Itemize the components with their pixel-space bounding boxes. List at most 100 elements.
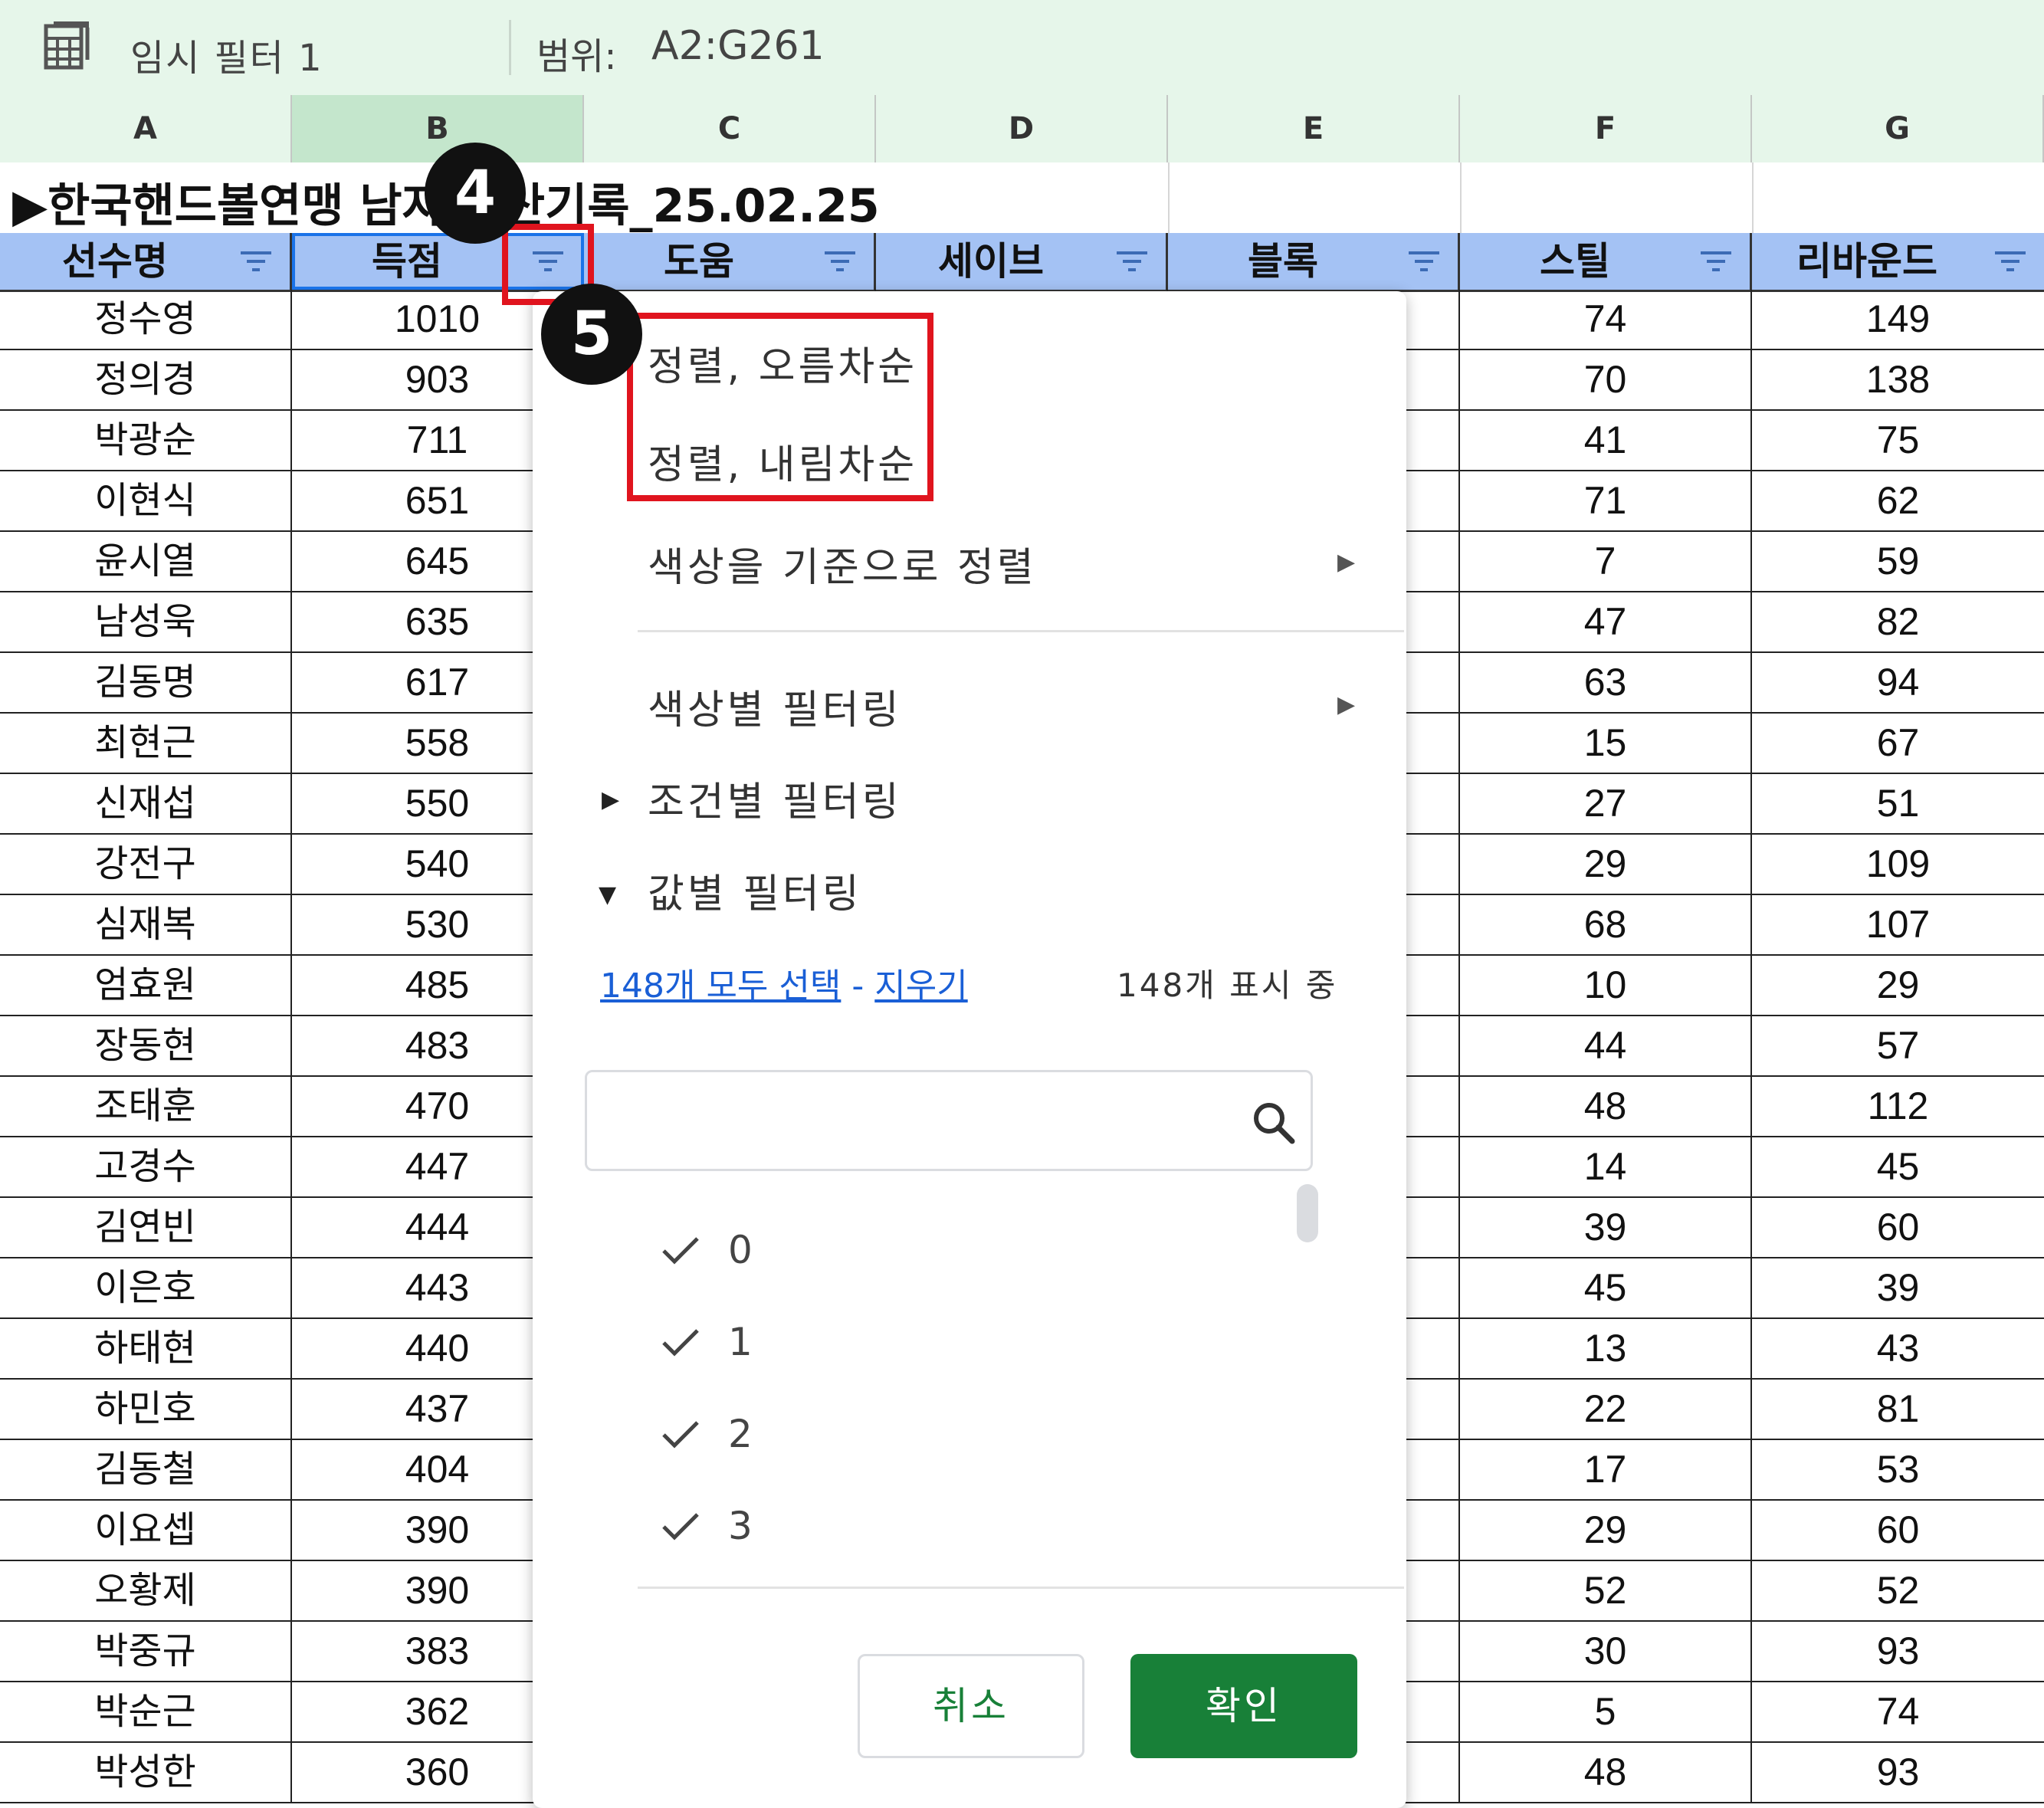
cell-player-name[interactable]: 엄효원 <box>0 956 292 1015</box>
filter-icon[interactable] <box>1698 247 1734 276</box>
header-cell-save[interactable]: 세이브 <box>876 233 1168 290</box>
cell-steal[interactable]: 47 <box>1460 592 1752 651</box>
cell-player-name[interactable]: 고경수 <box>0 1137 292 1196</box>
cell-steal[interactable]: 63 <box>1460 653 1752 712</box>
cell-steal[interactable]: 27 <box>1460 774 1752 833</box>
cell-player-name[interactable]: 김연빈 <box>0 1198 292 1257</box>
filter-icon[interactable] <box>822 247 858 276</box>
ok-button[interactable]: 확인 <box>1130 1654 1357 1758</box>
cell-player-name[interactable]: 최현근 <box>0 714 292 773</box>
cell-rebound[interactable]: 67 <box>1752 714 2044 773</box>
cell-steal[interactable]: 10 <box>1460 956 1752 1015</box>
cell-rebound[interactable]: 75 <box>1752 411 2044 470</box>
header-cell-rebound[interactable]: 리바운드 <box>1752 233 2044 290</box>
filter-icon[interactable] <box>1406 247 1442 276</box>
cell-player-name[interactable]: 박광순 <box>0 411 292 470</box>
filter-icon[interactable] <box>238 247 274 276</box>
header-cell-player[interactable]: 선수명 <box>0 233 292 290</box>
cell-player-name[interactable]: 남성욱 <box>0 592 292 651</box>
cell-player-name[interactable]: 박중규 <box>0 1622 292 1681</box>
cell-rebound[interactable]: 107 <box>1752 895 2044 954</box>
cell-rebound[interactable]: 93 <box>1752 1622 2044 1681</box>
cell-steal[interactable]: 29 <box>1460 835 1752 894</box>
cell-player-name[interactable]: 박순근 <box>0 1682 292 1741</box>
cell-player-name[interactable]: 윤시열 <box>0 532 292 591</box>
filter-view-name[interactable]: 임시 필터 1 <box>130 28 323 81</box>
cell-player-name[interactable]: 하태현 <box>0 1319 292 1378</box>
cell-rebound[interactable]: 29 <box>1752 956 2044 1015</box>
cell-rebound[interactable]: 53 <box>1752 1440 2044 1499</box>
cell-steal[interactable]: 17 <box>1460 1440 1752 1499</box>
column-header-a[interactable]: A <box>0 95 292 162</box>
cell-player-name[interactable]: 하민호 <box>0 1380 292 1439</box>
filter-by-color-item[interactable]: 색상별 필터링 <box>648 678 902 735</box>
cell-player-name[interactable]: 김동명 <box>0 653 292 712</box>
cell-rebound[interactable]: 81 <box>1752 1380 2044 1439</box>
filter-icon[interactable] <box>1114 247 1150 276</box>
header-cell-block[interactable]: 블록 <box>1168 233 1460 290</box>
cell-steal[interactable]: 7 <box>1460 532 1752 591</box>
cell-player-name[interactable]: 장동현 <box>0 1016 292 1075</box>
select-all-link[interactable]: 148개 모두 선택 <box>600 966 841 1006</box>
cell-rebound[interactable]: 57 <box>1752 1016 2044 1075</box>
cell-steal[interactable]: 71 <box>1460 471 1752 530</box>
cell-steal[interactable]: 41 <box>1460 411 1752 470</box>
cell-steal[interactable]: 45 <box>1460 1258 1752 1317</box>
sort-by-color-item[interactable]: 색상을 기준으로 정렬 <box>648 535 1037 592</box>
column-header-c[interactable]: C <box>584 95 876 162</box>
column-header-e[interactable]: E <box>1168 95 1460 162</box>
cell-rebound[interactable]: 94 <box>1752 653 2044 712</box>
cell-steal[interactable]: 5 <box>1460 1682 1752 1741</box>
cell-player-name[interactable]: 오황제 <box>0 1561 292 1620</box>
cell-rebound[interactable]: 138 <box>1752 350 2044 409</box>
cell-rebound[interactable]: 93 <box>1752 1743 2044 1802</box>
cell-rebound[interactable]: 43 <box>1752 1319 2044 1378</box>
filter-by-condition-item[interactable]: 조건별 필터링 <box>648 769 902 827</box>
cell-steal[interactable]: 68 <box>1460 895 1752 954</box>
filter-by-values-item[interactable]: 값별 필터링 <box>648 861 862 919</box>
cell-rebound[interactable]: 109 <box>1752 835 2044 894</box>
cell-rebound[interactable]: 60 <box>1752 1198 2044 1257</box>
cell-player-name[interactable]: 박성한 <box>0 1743 292 1802</box>
cell-steal[interactable]: 70 <box>1460 350 1752 409</box>
cell-player-name[interactable]: 정의경 <box>0 350 292 409</box>
table-grid-icon[interactable] <box>43 20 94 71</box>
range-value[interactable]: A2:G261 <box>651 23 825 69</box>
scrollbar-thumb[interactable] <box>1297 1184 1318 1242</box>
collapse-down-icon[interactable]: ▼ <box>599 881 616 908</box>
cell-rebound[interactable]: 51 <box>1752 774 2044 833</box>
cell-steal[interactable]: 74 <box>1460 290 1752 349</box>
cell-rebound[interactable]: 62 <box>1752 471 2044 530</box>
cell-rebound[interactable]: 45 <box>1752 1137 2044 1196</box>
cell-steal[interactable]: 39 <box>1460 1198 1752 1257</box>
cancel-button[interactable]: 취소 <box>858 1654 1084 1758</box>
clear-link[interactable]: 지우기 <box>874 966 967 1006</box>
cell-rebound[interactable]: 149 <box>1752 290 2044 349</box>
cell-rebound[interactable]: 60 <box>1752 1501 2044 1560</box>
filter-icon[interactable] <box>1992 247 2029 276</box>
cell-player-name[interactable]: 이요셉 <box>0 1501 292 1560</box>
column-header-g[interactable]: G <box>1752 95 2044 162</box>
header-cell-assist[interactable]: 도움 <box>584 233 876 290</box>
column-header-b[interactable]: B <box>292 95 584 162</box>
column-header-d[interactable]: D <box>876 95 1168 162</box>
cell-steal[interactable]: 22 <box>1460 1380 1752 1439</box>
value-search-input[interactable] <box>585 1070 1313 1171</box>
cell-player-name[interactable]: 조태훈 <box>0 1077 292 1136</box>
cell-steal[interactable]: 48 <box>1460 1743 1752 1802</box>
cell-steal[interactable]: 29 <box>1460 1501 1752 1560</box>
cell-steal[interactable]: 15 <box>1460 714 1752 773</box>
cell-player-name[interactable]: 김동철 <box>0 1440 292 1499</box>
cell-steal[interactable]: 30 <box>1460 1622 1752 1681</box>
cell-rebound[interactable]: 52 <box>1752 1561 2044 1620</box>
cell-rebound[interactable]: 112 <box>1752 1077 2044 1136</box>
cell-player-name[interactable]: 신재섭 <box>0 774 292 833</box>
cell-player-name[interactable]: 정수영 <box>0 290 292 349</box>
cell-player-name[interactable]: 이현식 <box>0 471 292 530</box>
cell-steal[interactable]: 13 <box>1460 1319 1752 1378</box>
cell-rebound[interactable]: 82 <box>1752 592 2044 651</box>
cell-player-name[interactable]: 강전구 <box>0 835 292 894</box>
header-cell-steal[interactable]: 스틸 <box>1460 233 1752 290</box>
column-header-f[interactable]: F <box>1460 95 1752 162</box>
cell-rebound[interactable]: 59 <box>1752 532 2044 591</box>
